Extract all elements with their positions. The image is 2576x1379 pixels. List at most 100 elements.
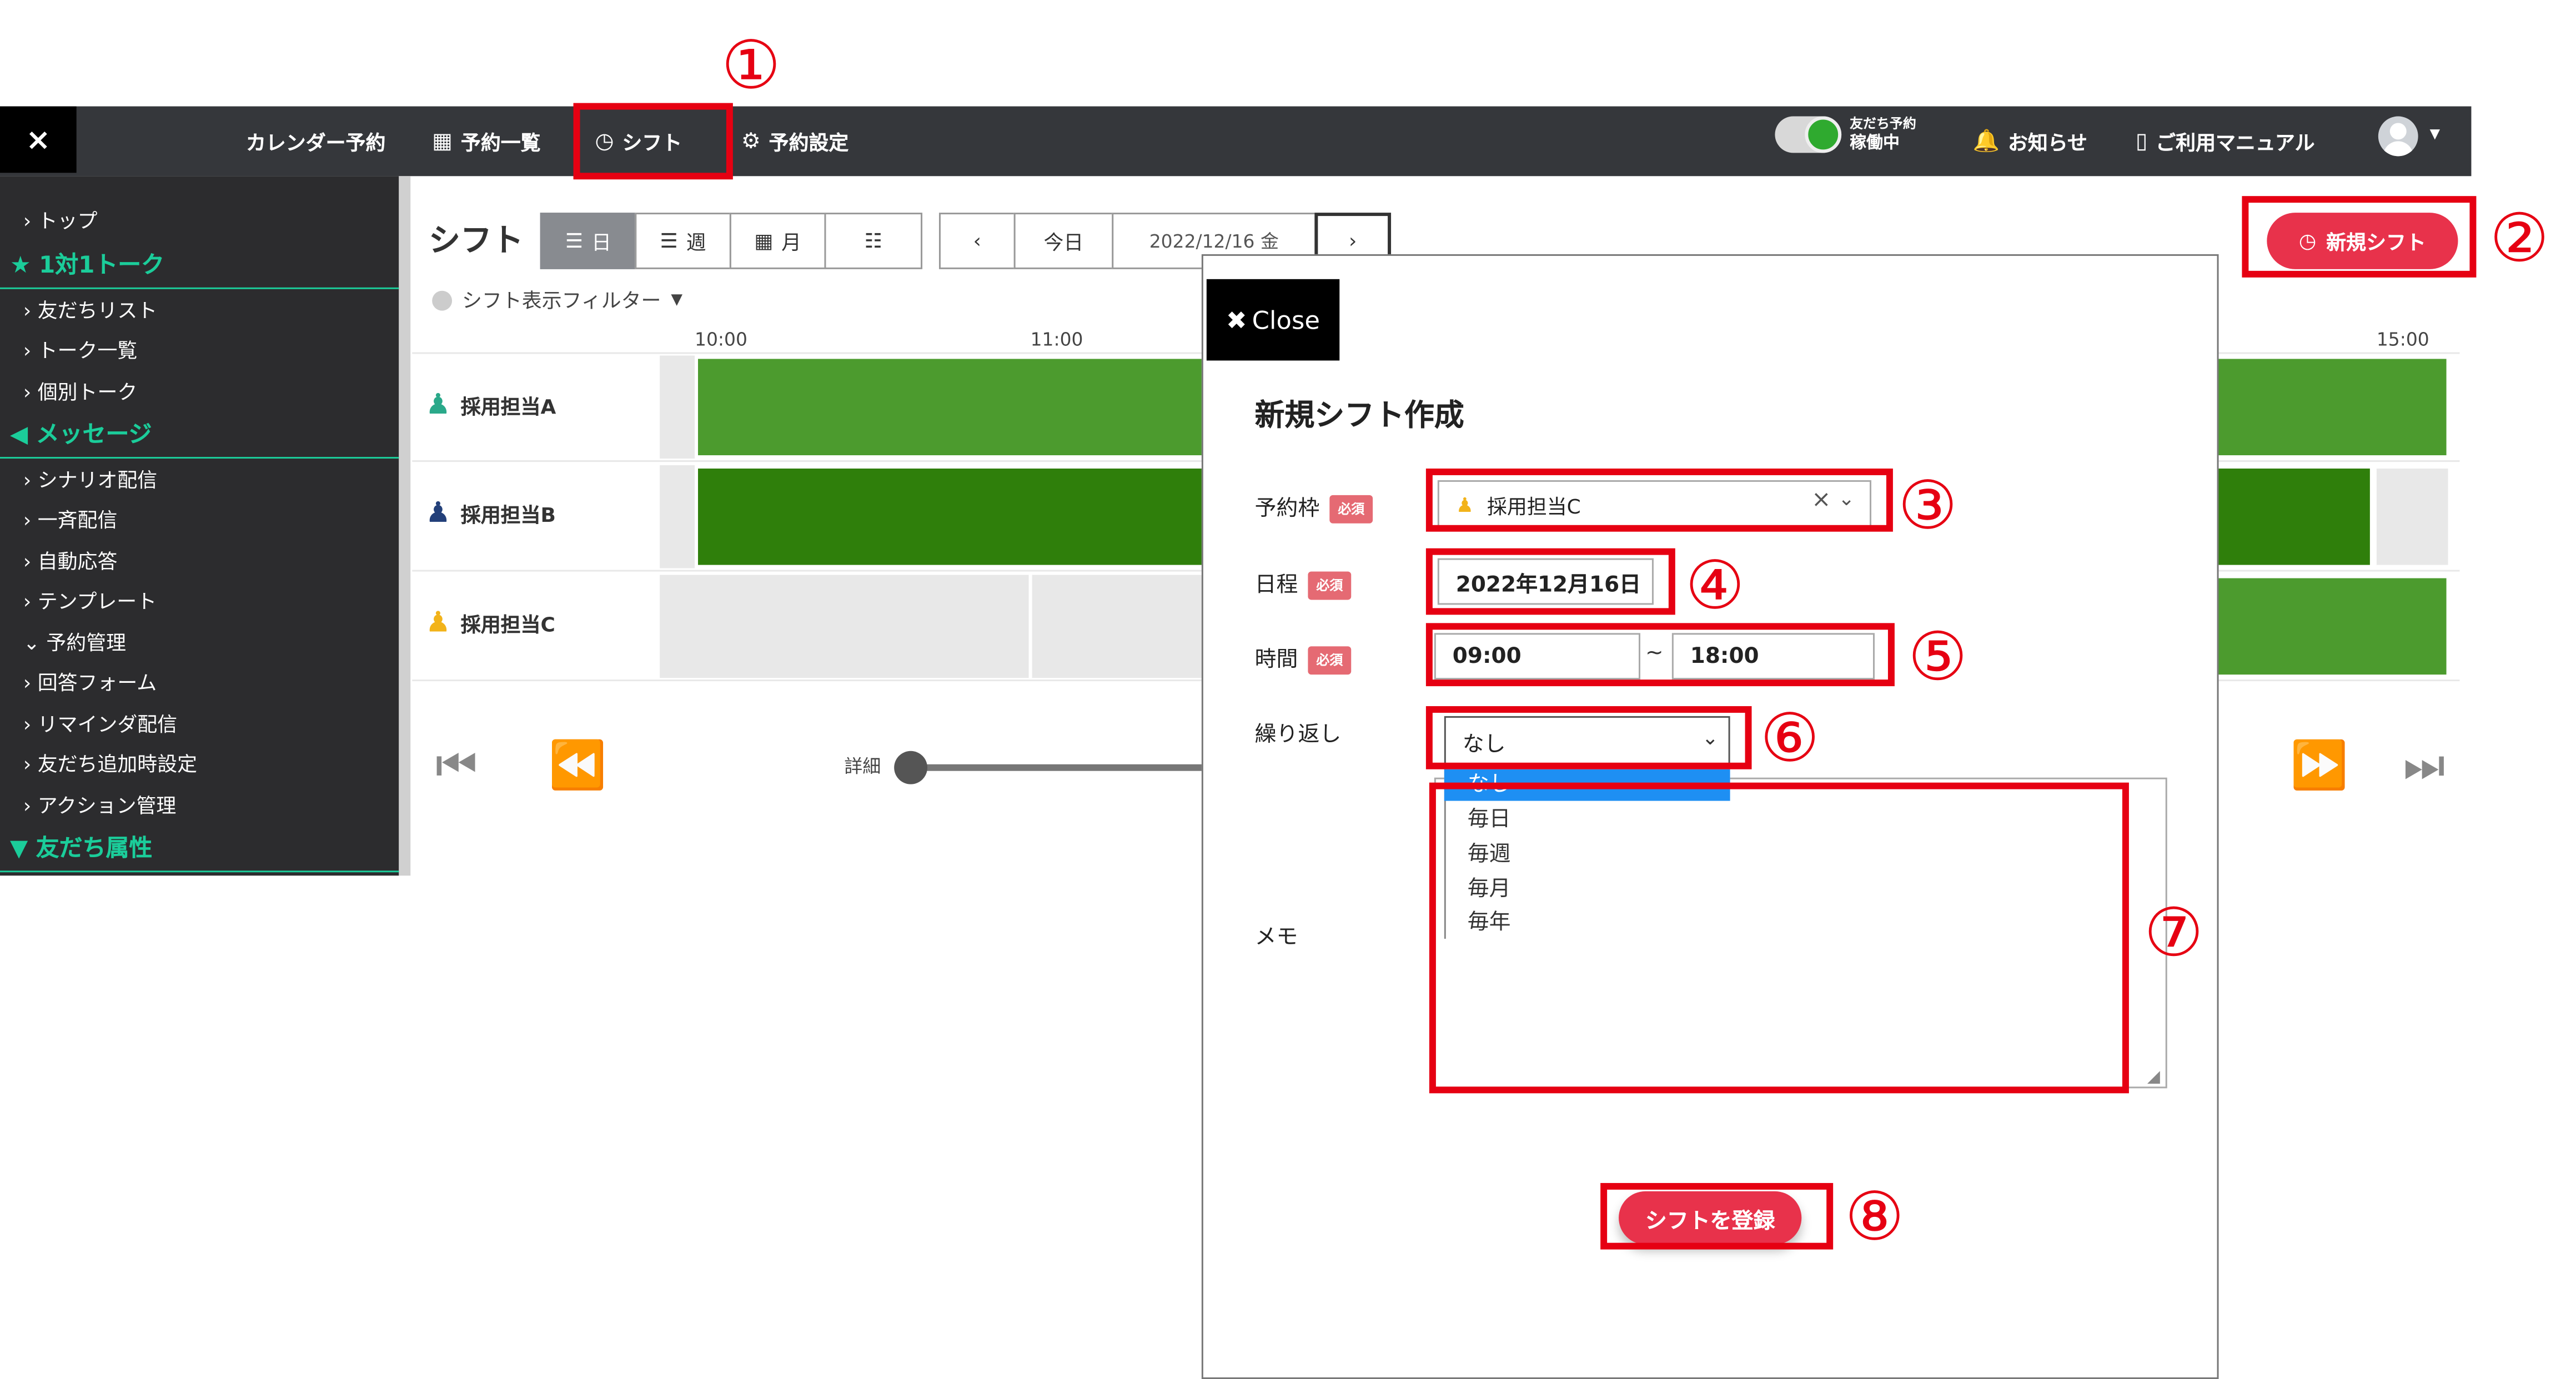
- empty-slot[interactable]: [660, 355, 695, 459]
- sidebar-item-label: 友だち追加時設定: [37, 752, 198, 776]
- annotation-number: ④: [1685, 548, 1745, 625]
- sidebar-item-booking[interactable]: ⌄ 予約管理: [23, 628, 126, 656]
- toggle-status-line2: 稼働中: [1850, 134, 1900, 153]
- chevron-down-icon: ▼: [671, 291, 683, 309]
- close-menu-icon[interactable]: ×: [0, 106, 77, 173]
- person-icon: ♟: [425, 389, 451, 422]
- sidebar-item-reminder[interactable]: › リマインダ配信: [23, 709, 177, 738]
- toggle-status-line1: 友だち予約: [1850, 116, 1916, 132]
- sidebar-item-broadcast[interactable]: › 一斉配信: [23, 505, 118, 534]
- sidebar-item-label: アクション管理: [37, 794, 177, 818]
- rewind-icon[interactable]: ⏪: [549, 738, 606, 793]
- row-label-c: ♟ 採用担当C: [425, 606, 555, 640]
- nav-booking-list[interactable]: ▦ 予約一覧: [432, 107, 540, 177]
- page-title: シフト: [429, 223, 524, 259]
- skip-last-icon[interactable]: ⏭: [2403, 738, 2446, 794]
- annotation-box: [2242, 196, 2477, 278]
- view-day-button[interactable]: ☰ 日: [540, 213, 637, 269]
- row-label-a: ♟ 採用担当A: [425, 389, 556, 422]
- time-field-label: 時間 必須: [1255, 641, 1352, 675]
- today-label: 今日: [1043, 230, 1084, 254]
- list-icon: ☰: [660, 229, 678, 253]
- view-week-button[interactable]: ☰ 週: [635, 213, 731, 269]
- sidebar-item-autoreply[interactable]: › 自動応答: [23, 547, 118, 575]
- prev-date-button[interactable]: ‹: [938, 213, 1016, 269]
- bullet-list-icon: ☷: [864, 229, 882, 253]
- date-label-text: 日程: [1254, 573, 1298, 598]
- zoom-slider-handle[interactable]: [894, 751, 928, 784]
- sidebar-divider: [0, 457, 399, 459]
- annotation-box: [1425, 706, 1752, 769]
- annotation-number: ②: [2489, 201, 2549, 278]
- sidebar-item-label: 友だちリスト: [37, 299, 158, 323]
- sidebar-item-label: リマインダ配信: [37, 712, 178, 736]
- shift-bar[interactable]: [698, 359, 1207, 456]
- sidebar-section-label: メッセージ: [36, 422, 152, 449]
- sidebar-section-attr: ▼ 友だち属性: [9, 836, 153, 863]
- sidebar-item-action[interactable]: › アクション管理: [23, 791, 176, 819]
- sidebar-item-label: トーク一覧: [37, 339, 138, 363]
- shift-bar[interactable]: [2217, 468, 2370, 565]
- zoom-slider-track[interactable]: [911, 764, 1210, 771]
- sidebar-item-talks[interactable]: › トーク一覧: [23, 336, 137, 364]
- shift-bar[interactable]: [2217, 359, 2447, 456]
- nav-manual[interactable]: ▯ ご利用マニュアル: [2136, 107, 2315, 177]
- detail-label: 詳細: [844, 756, 881, 778]
- modal-close-label: Close: [1252, 305, 1320, 335]
- annotation-number: ⑥: [1760, 701, 1820, 778]
- memo-field-label: メモ: [1254, 925, 1298, 950]
- annotation-number: ⑦: [2143, 895, 2204, 972]
- time-label: 10:00: [695, 329, 747, 351]
- row-label-b: ♟ 採用担当B: [425, 497, 556, 530]
- filter-dot-icon: [432, 290, 453, 310]
- empty-slot[interactable]: [1032, 575, 1205, 678]
- today-button[interactable]: 今日: [1013, 213, 1114, 269]
- sidebar-scrollbar[interactable]: [399, 176, 411, 876]
- repeat-field-label: 繰り返し: [1254, 722, 1342, 748]
- user-avatar[interactable]: [2378, 116, 2418, 157]
- modal-close-button[interactable]: ✖ Close: [1206, 279, 1340, 361]
- sidebar-item-top[interactable]: › トップ: [23, 206, 98, 234]
- sidebar-item-addsetting[interactable]: › 友だち追加時設定: [23, 749, 197, 778]
- skip-first-icon[interactable]: ⏮: [435, 738, 478, 794]
- chevron-down-icon[interactable]: ▼: [2430, 126, 2440, 141]
- sidebar-item-label: 個別トーク: [37, 380, 138, 404]
- annotation-number: ⑧: [1845, 1179, 1905, 1256]
- nav-settings-label: 予約設定: [769, 130, 849, 154]
- annotation-box: [1425, 623, 1895, 687]
- shift-filter-toggle[interactable]: シフト表示フィルター ▼: [432, 286, 682, 314]
- sidebar-item-label: 一斉配信: [37, 508, 118, 532]
- chevron-right-icon: ›: [1349, 229, 1357, 253]
- empty-slot[interactable]: [660, 575, 1029, 678]
- nav-news[interactable]: 🔔 お知らせ: [1973, 107, 2087, 177]
- view-list-button[interactable]: ☷: [824, 213, 923, 269]
- nav-calendar-booking[interactable]: カレンダー予約: [246, 107, 385, 177]
- sidebar-divider: [0, 287, 399, 289]
- sidebar-section-label: 1対1トーク: [39, 252, 165, 279]
- required-badge: 必須: [1308, 571, 1352, 600]
- shift-bar[interactable]: [698, 468, 1207, 565]
- row-label-text: 採用担当B: [460, 502, 556, 526]
- fast-forward-icon[interactable]: ⏩: [2290, 738, 2348, 793]
- sidebar-item-form[interactable]: › 回答フォーム: [23, 668, 157, 696]
- toggle-knob: [1805, 116, 1842, 153]
- empty-slot[interactable]: [660, 465, 695, 568]
- sidebar-item-scenario[interactable]: › シナリオ配信: [23, 465, 157, 494]
- booking-active-toggle[interactable]: [1775, 116, 1842, 153]
- nav-booking-list-label: 予約一覧: [460, 130, 541, 154]
- nav-booking-settings[interactable]: ⚙ 予約設定: [741, 107, 849, 177]
- shift-bar[interactable]: [2217, 578, 2447, 675]
- sidebar-item-label: シナリオ配信: [37, 468, 158, 492]
- sidebar-item-label: 自動応答: [37, 550, 118, 573]
- empty-slot[interactable]: [2376, 468, 2448, 565]
- sidebar-item-template[interactable]: › テンプレート: [23, 586, 157, 615]
- sidebar-section-1on1: ★ 1対1トーク: [9, 252, 165, 279]
- sidebar-item-friends[interactable]: › 友だちリスト: [23, 296, 157, 324]
- calendar-icon: ▦: [754, 229, 774, 253]
- view-month-button[interactable]: ▦ 月: [729, 213, 826, 269]
- sidebar-item-individual[interactable]: › 個別トーク: [23, 377, 137, 405]
- required-badge: 必須: [1308, 646, 1352, 675]
- annotation-box: [1429, 782, 2129, 1094]
- resize-handle-icon[interactable]: ◢: [2147, 1068, 2160, 1086]
- nav-manual-label: ご利用マニュアル: [2156, 130, 2315, 154]
